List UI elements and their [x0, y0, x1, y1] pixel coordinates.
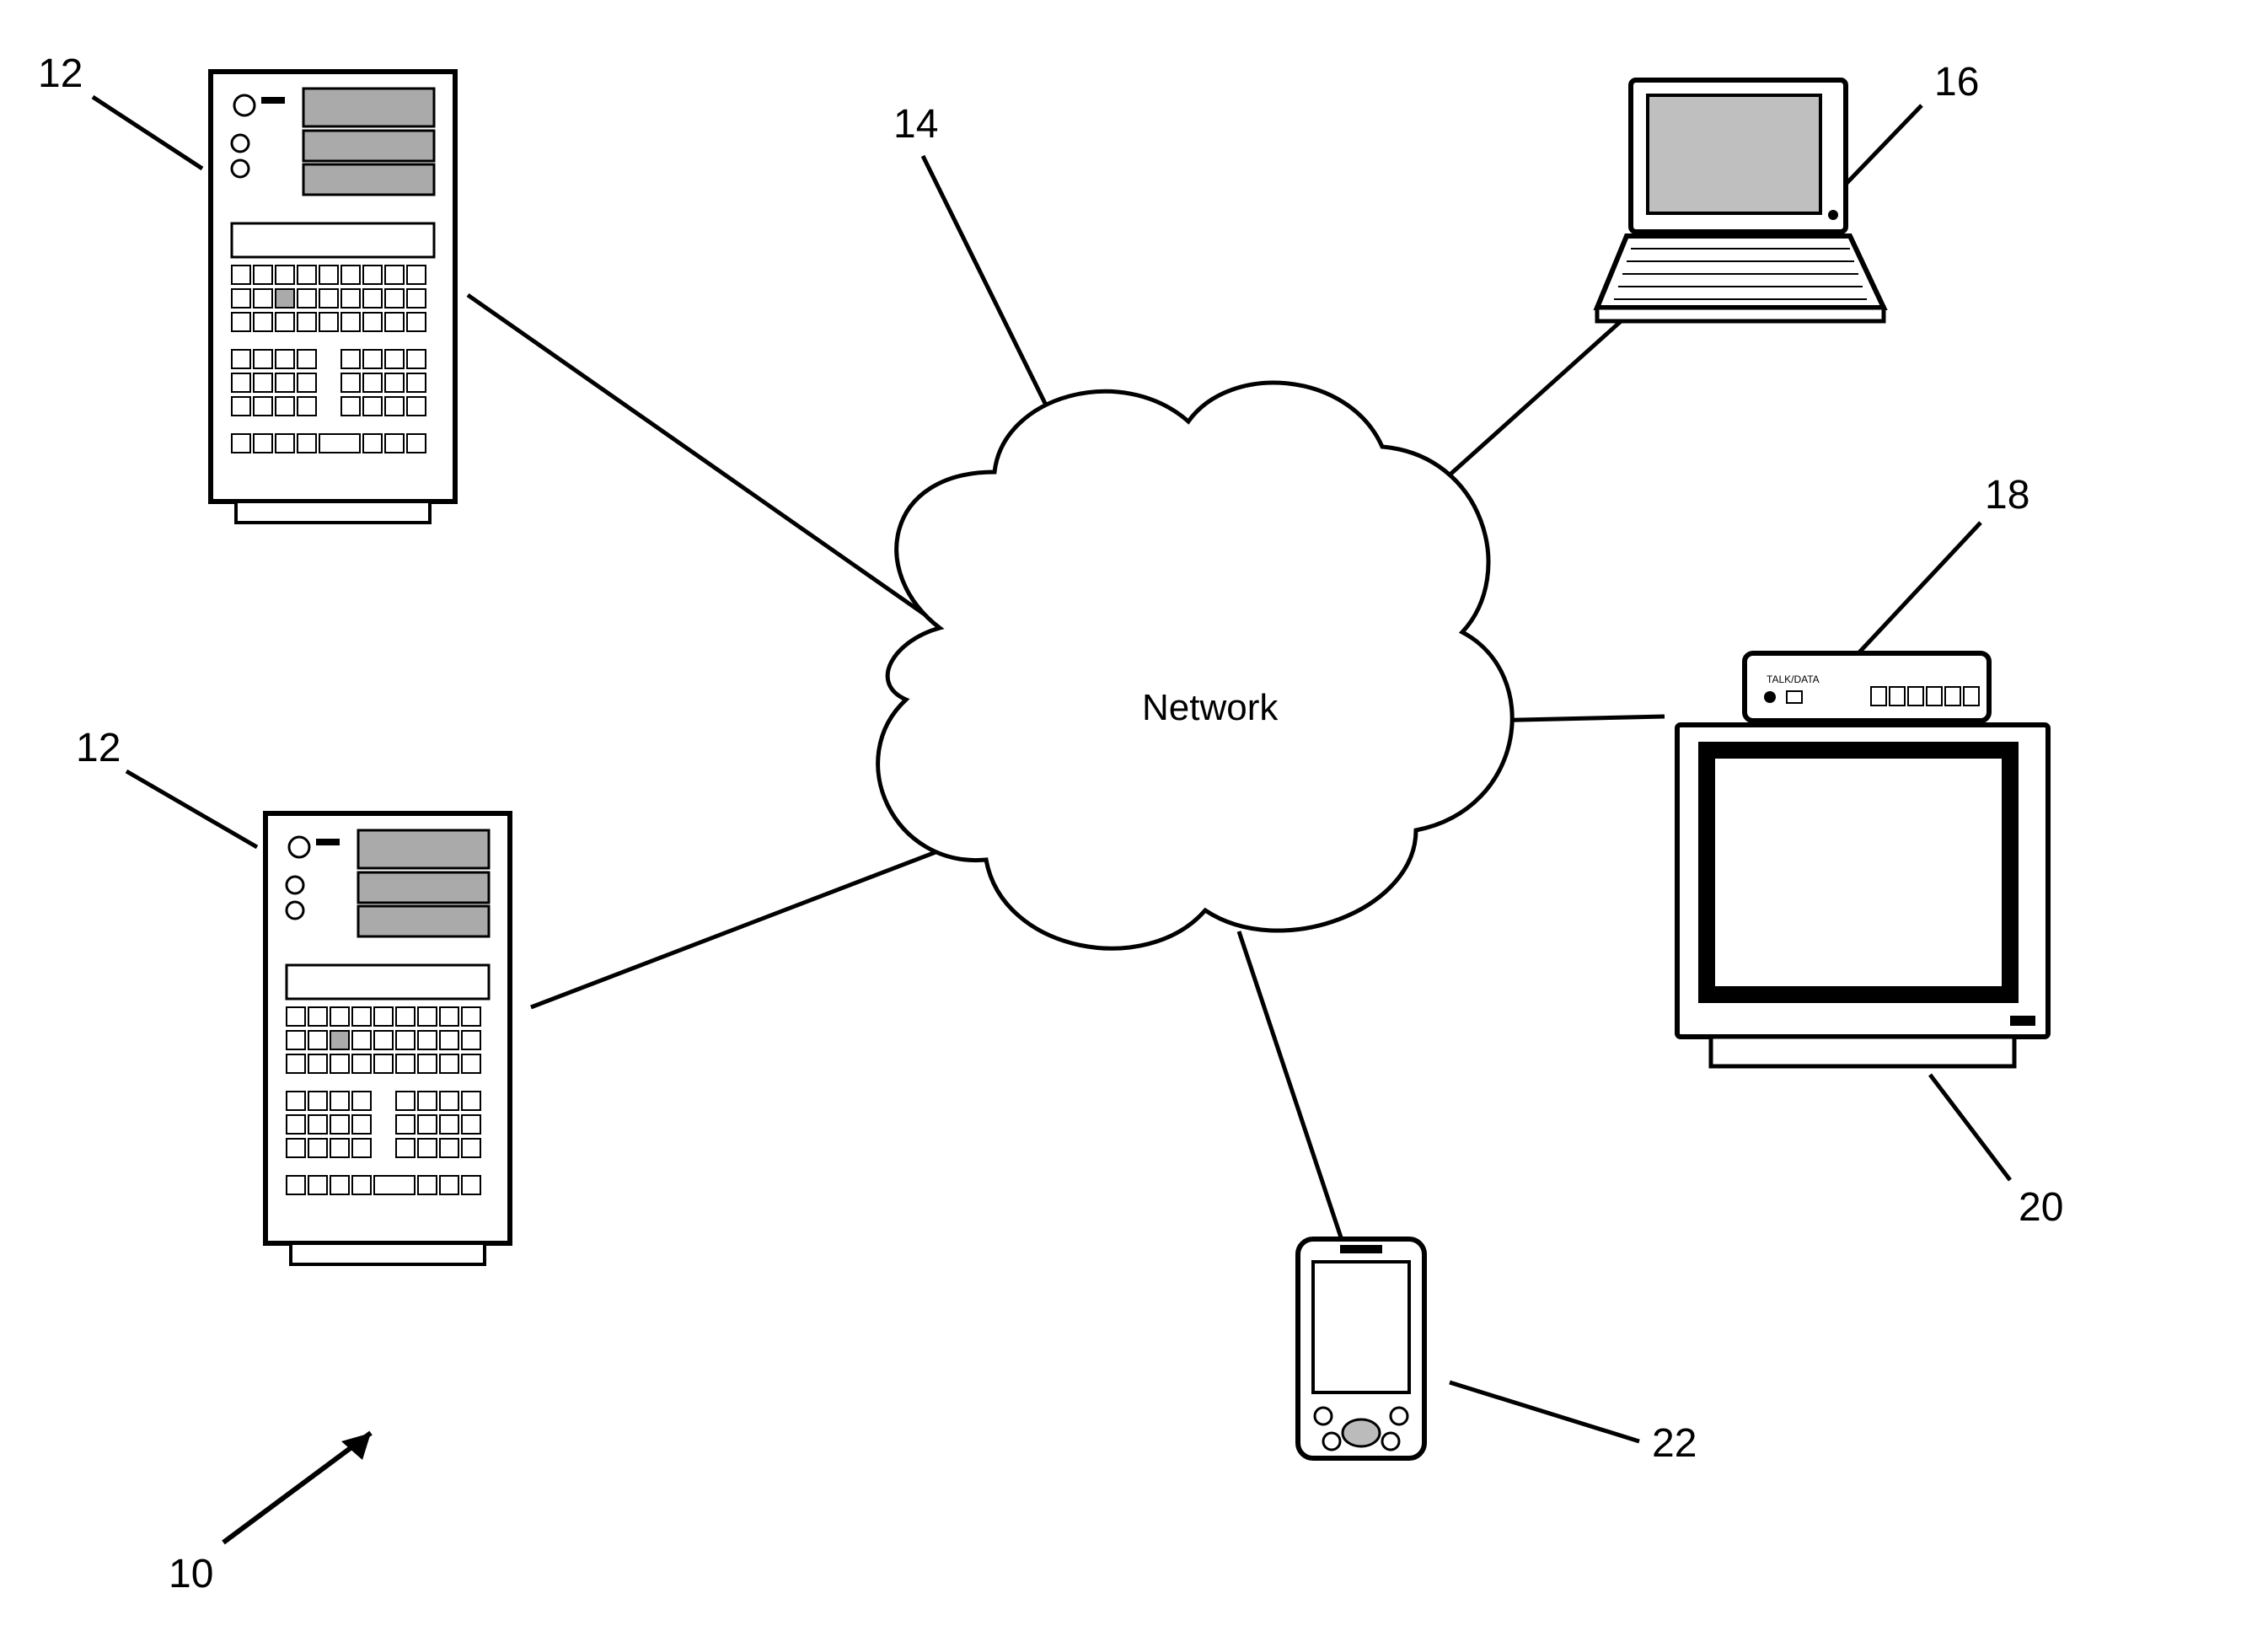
- server-2: [249, 805, 527, 1281]
- ref-12-bottom: 12: [76, 725, 121, 771]
- pda: [1289, 1235, 1433, 1475]
- diagram-canvas: Network: [0, 0, 2268, 1631]
- ref-20: 20: [2019, 1184, 2063, 1231]
- laptop: [1584, 72, 1896, 337]
- ref-14: 14: [893, 101, 938, 148]
- ref-18: 18: [1985, 472, 2029, 518]
- svg-text:TALK/DATA: TALK/DATA: [1767, 673, 1820, 685]
- ref-16: 16: [1934, 59, 1979, 105]
- tv-settop: TALK/DATA: [1660, 645, 2065, 1087]
- ref-22: 22: [1652, 1420, 1697, 1467]
- ref-12-top: 12: [38, 51, 83, 97]
- ref-10: 10: [169, 1551, 213, 1597]
- server-1: [194, 63, 472, 539]
- network-label: Network: [1142, 687, 1278, 729]
